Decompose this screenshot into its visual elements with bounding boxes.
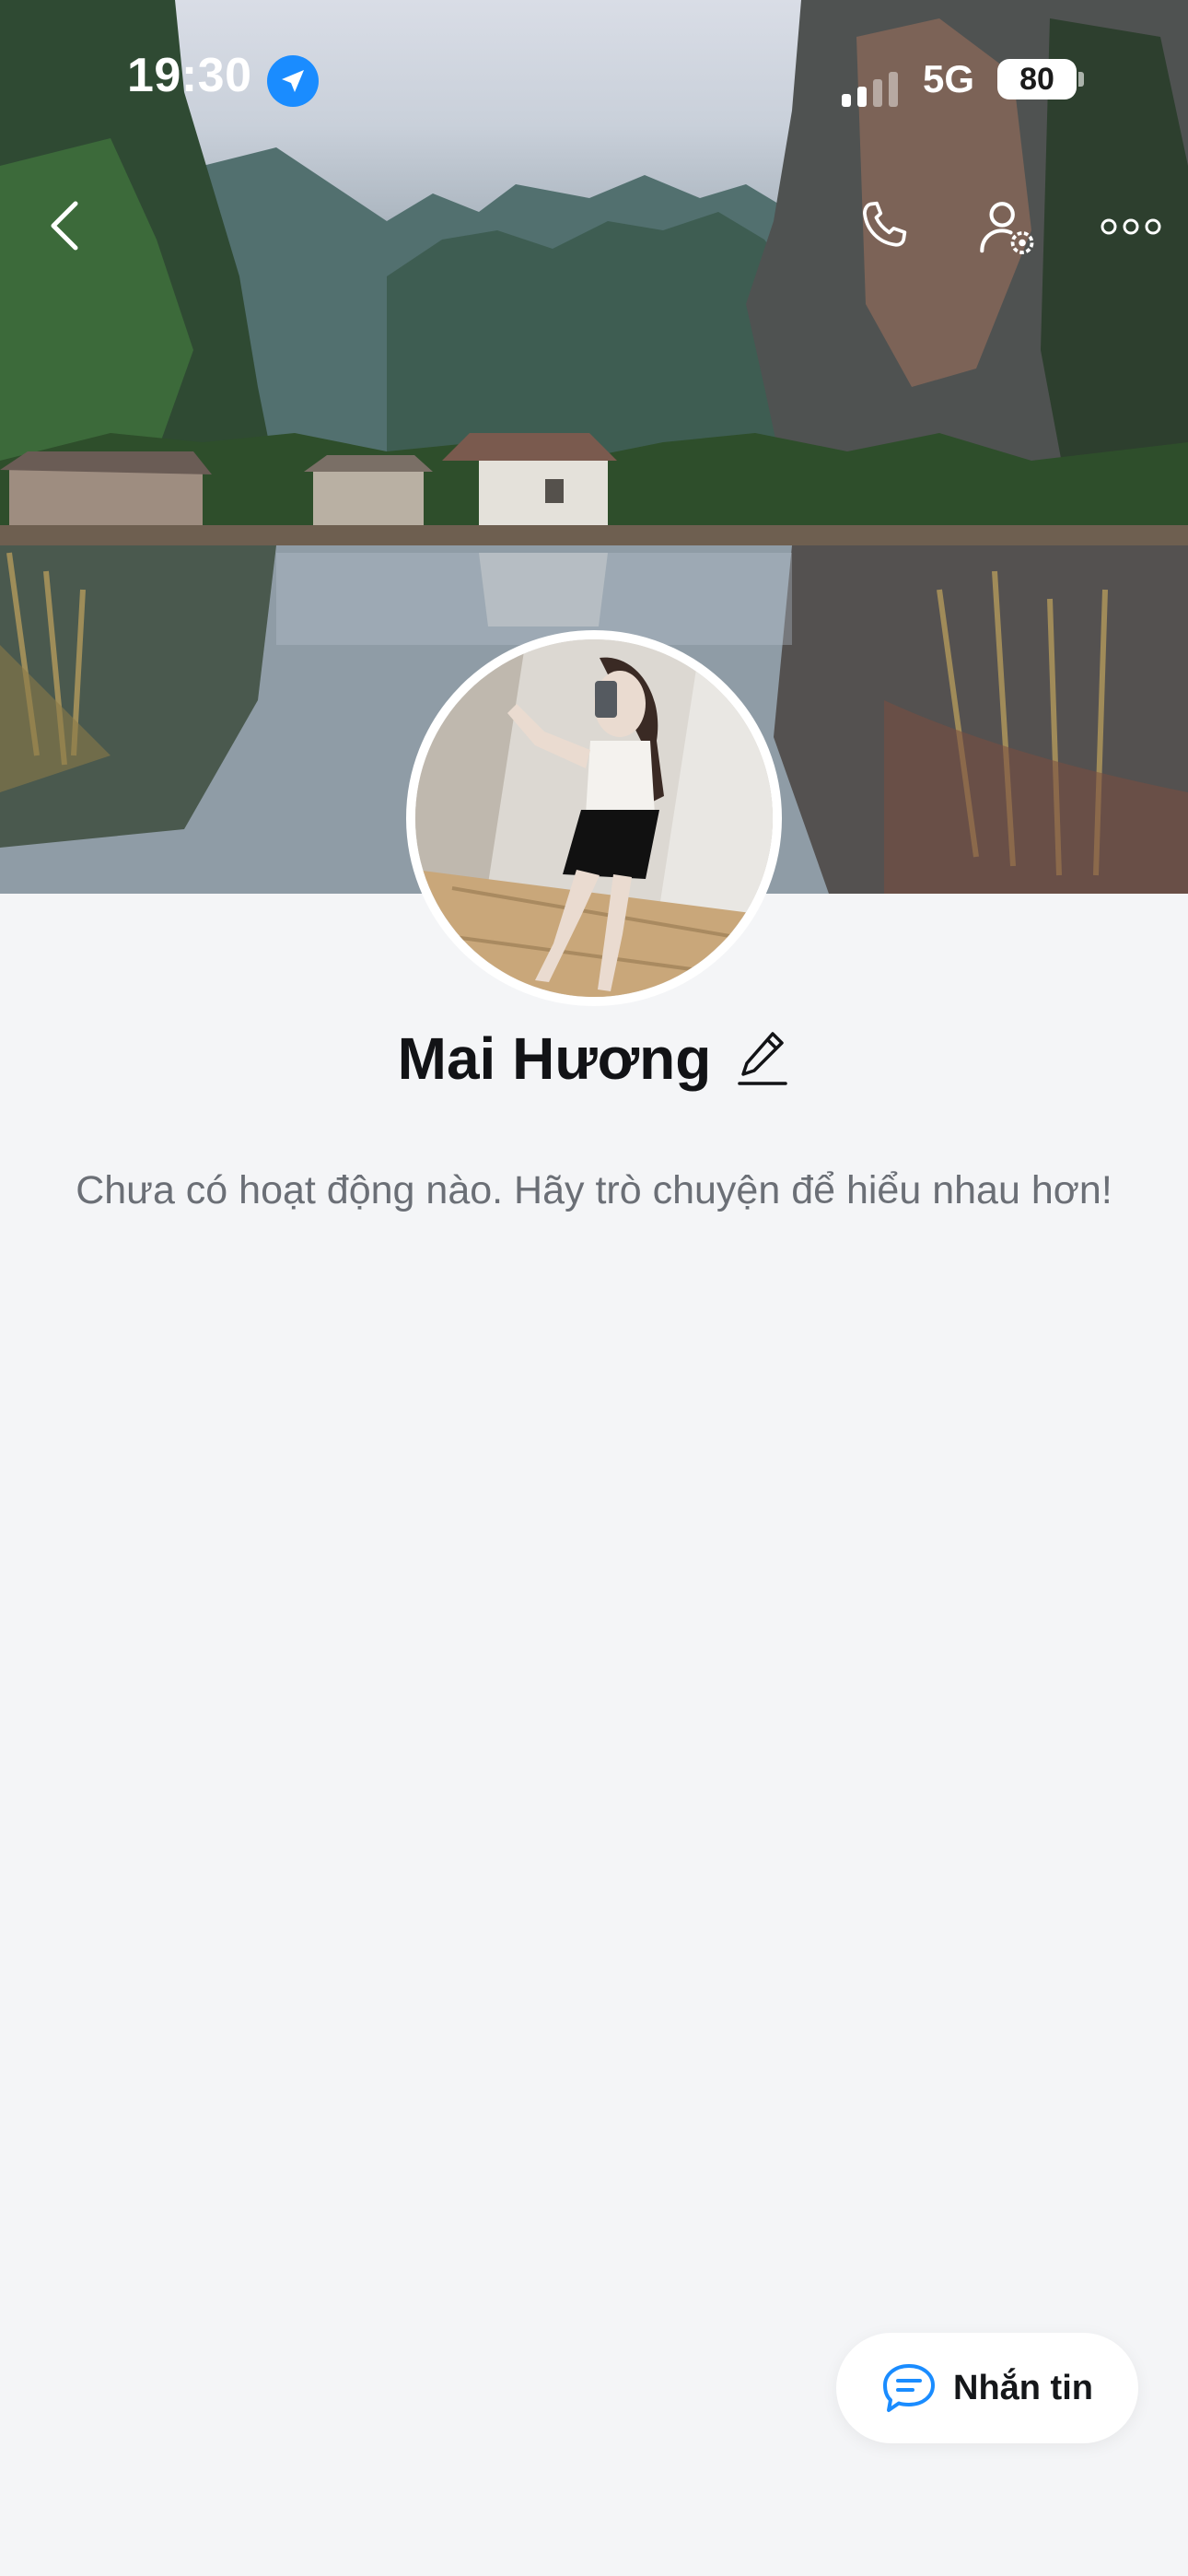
profile-name-row: Mai Hương <box>0 1025 1188 1093</box>
cellular-signal-icon <box>842 72 898 107</box>
battery-level: 80 <box>997 59 1077 100</box>
send-message-label: Nhắn tin <box>953 2368 1093 2407</box>
empty-activity-message: Chưa có hoạt động nào. Hãy trò chuyện để… <box>76 1168 1112 1212</box>
user-gear-icon <box>980 202 1034 254</box>
location-arrow-icon <box>267 55 319 107</box>
more-options-button[interactable] <box>1092 190 1170 263</box>
call-button[interactable] <box>845 190 923 263</box>
friend-settings-button[interactable] <box>969 190 1046 263</box>
chevron-left-icon <box>51 201 78 251</box>
phone-icon <box>863 201 907 247</box>
network-type: 5G <box>923 57 975 100</box>
battery-cap <box>1078 72 1084 87</box>
profile-page: 19:30 5G 80 Mai Hương Chưa có hoạt động … <box>0 0 1188 2576</box>
status-time: 19:30 <box>127 49 252 102</box>
profile-avatar[interactable] <box>406 630 782 1006</box>
edit-name-button[interactable] <box>735 1026 790 1091</box>
profile-name: Mai Hương <box>397 1025 712 1092</box>
back-button[interactable] <box>28 184 101 267</box>
chat-bubble-icon <box>883 2364 935 2412</box>
pencil-icon <box>738 1032 788 1085</box>
send-message-button[interactable]: Nhắn tin <box>836 2333 1138 2443</box>
avatar-photo <box>415 639 773 997</box>
more-dots-icon <box>1101 218 1161 235</box>
